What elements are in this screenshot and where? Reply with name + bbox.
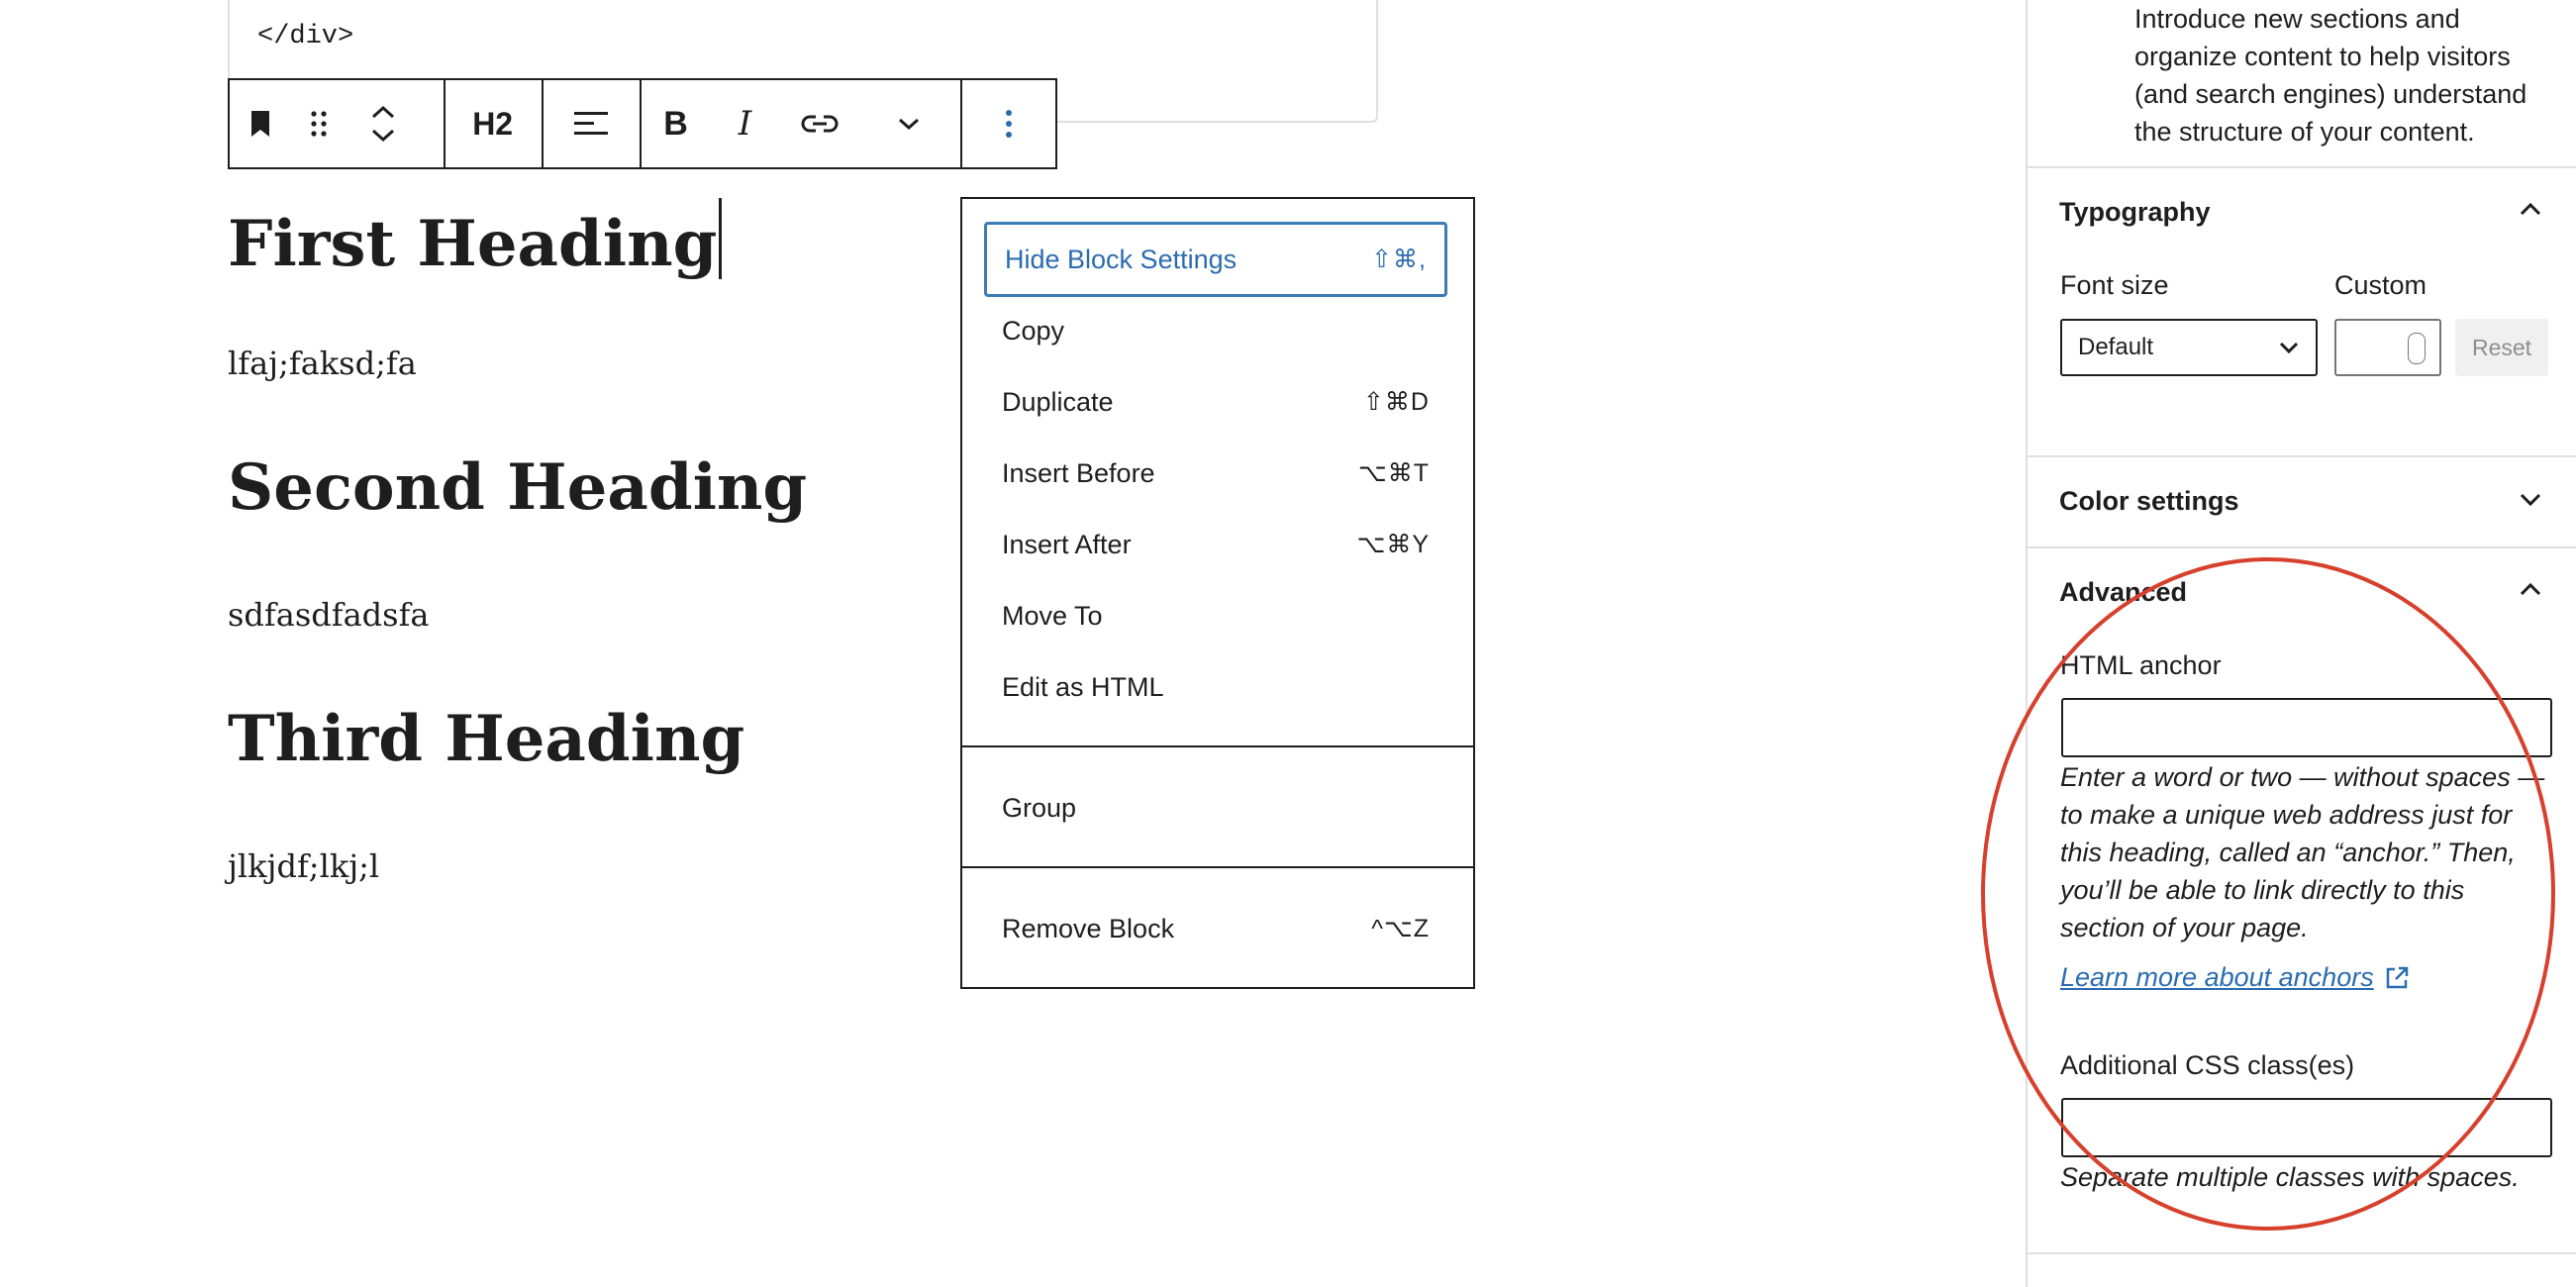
toolbar-group-align — [544, 80, 642, 167]
menu-item-group[interactable]: Group — [984, 776, 1447, 840]
menu-item-label: Group — [1002, 792, 1077, 823]
paragraph-block-3[interactable]: jlkjdf;lkj;l — [228, 847, 379, 885]
heading-block-1[interactable]: First Heading — [228, 198, 723, 281]
menu-item-label: Edit as HTML — [1002, 671, 1164, 702]
paragraph-block-1[interactable]: lfaj;faksd;fa — [228, 345, 417, 382]
block-options-menu: Hide Block Settings ⇧⌘, Copy Duplicate ⇧… — [960, 197, 1475, 989]
heading-text-1: First Heading — [228, 207, 718, 281]
font-size-value: Default — [2078, 334, 2154, 360]
font-size-label: Font size — [2060, 270, 2169, 300]
reset-font-size-button[interactable]: Reset — [2455, 319, 2548, 376]
html-anchor-label: HTML anchor — [2060, 650, 2222, 680]
more-options-icon[interactable] — [962, 80, 1055, 167]
block-toolbar: H2 B I — [228, 78, 1057, 169]
chevron-down-icon — [2279, 342, 2299, 354]
css-class-help: Separate multiple classes with spaces. — [2060, 1162, 2520, 1192]
editor-canvas: </div> H2 B I First Heading lfaj;faksd;f… — [0, 0, 2026, 1287]
custom-font-size-input[interactable] — [2334, 319, 2441, 376]
bold-icon[interactable]: B — [642, 80, 711, 167]
menu-item-shortcut: ⇧⌘D — [1362, 388, 1430, 416]
bookmark-icon[interactable] — [230, 80, 291, 167]
move-up-down-icon[interactable] — [347, 80, 420, 167]
panel-divider — [2028, 1252, 2576, 1254]
menu-item-label: Copy — [1002, 315, 1065, 346]
menu-item-label: Duplicate — [1002, 386, 1114, 417]
learn-more-anchors-label: Learn more about anchors — [2060, 962, 2374, 992]
menu-separator — [962, 745, 1473, 747]
custom-size-label: Custom — [2334, 270, 2427, 300]
italic-icon[interactable]: I — [711, 80, 780, 167]
paragraph-block-2[interactable]: sdfasdfadsfa — [228, 596, 429, 634]
color-settings-panel-toggle[interactable]: Color settings — [2059, 486, 2239, 517]
html-anchor-input[interactable] — [2061, 698, 2552, 757]
toolbar-group-block — [230, 80, 446, 167]
more-formatting-chevron-icon[interactable] — [859, 80, 958, 167]
html-anchor-help: Enter a word or two — without spaces — t… — [2060, 762, 2545, 942]
link-icon[interactable] — [780, 80, 859, 167]
text-caret — [719, 198, 723, 279]
menu-item-copy[interactable]: Copy — [984, 299, 1447, 362]
heading-level-button[interactable]: H2 — [446, 80, 541, 167]
menu-item-shortcut: ^⌥Z — [1371, 915, 1430, 942]
menu-item-remove-block[interactable]: Remove Block ^⌥Z — [984, 897, 1447, 960]
menu-item-shortcut: ⌥⌘T — [1357, 459, 1430, 487]
panel-divider — [2028, 455, 2576, 457]
chevron-up-icon[interactable] — [2519, 201, 2542, 222]
css-class-input[interactable] — [2061, 1098, 2552, 1157]
advanced-panel-toggle[interactable]: Advanced — [2059, 577, 2187, 608]
typography-panel-toggle[interactable]: Typography — [2059, 197, 2211, 228]
menu-item-insert-before[interactable]: Insert Before ⌥⌘T — [984, 442, 1447, 505]
chevron-up-icon[interactable] — [2519, 581, 2542, 602]
drag-handle-icon[interactable] — [291, 80, 347, 167]
heading-block-2[interactable]: Second Heading — [228, 450, 807, 525]
menu-item-move-to[interactable]: Move To — [984, 584, 1447, 647]
learn-more-anchors-link[interactable]: Learn more about anchors — [2060, 962, 2410, 993]
menu-item-label: Move To — [1002, 600, 1103, 631]
spinner-icon[interactable] — [2408, 333, 2426, 364]
menu-item-insert-after[interactable]: Insert After ⌥⌘Y — [984, 513, 1447, 576]
block-settings-sidebar: Introduce new sections and organize cont… — [2026, 0, 2576, 1287]
panel-divider — [2028, 546, 2576, 548]
css-class-label: Additional CSS class(es) — [2060, 1050, 2355, 1080]
font-size-select[interactable]: Default — [2060, 319, 2318, 376]
toolbar-group-heading: H2 — [446, 80, 544, 167]
menu-item-shortcut: ⇧⌘, — [1371, 246, 1427, 273]
block-description: Introduce new sections and organize cont… — [2134, 4, 2527, 147]
menu-item-label: Hide Block Settings — [1005, 244, 1238, 274]
menu-item-label: Insert Before — [1002, 457, 1155, 488]
menu-item-edit-as-html[interactable]: Edit as HTML — [984, 655, 1447, 719]
heading-block-3[interactable]: Third Heading — [228, 702, 744, 776]
toolbar-group-options — [962, 80, 1055, 167]
menu-separator — [962, 866, 1473, 868]
align-left-icon[interactable] — [544, 80, 639, 167]
chevron-down-icon[interactable] — [2519, 492, 2542, 513]
menu-item-shortcut: ⌥⌘Y — [1356, 531, 1430, 558]
toolbar-group-format: B I — [642, 80, 962, 167]
menu-item-label: Remove Block — [1002, 913, 1175, 943]
external-link-icon — [2386, 966, 2408, 988]
panel-divider — [2028, 166, 2576, 168]
menu-item-label: Insert After — [1002, 529, 1132, 559]
menu-item-hide-block-settings[interactable]: Hide Block Settings ⇧⌘, — [984, 222, 1447, 297]
menu-item-duplicate[interactable]: Duplicate ⇧⌘D — [984, 370, 1447, 434]
code-snippet: </div> — [257, 22, 354, 51]
